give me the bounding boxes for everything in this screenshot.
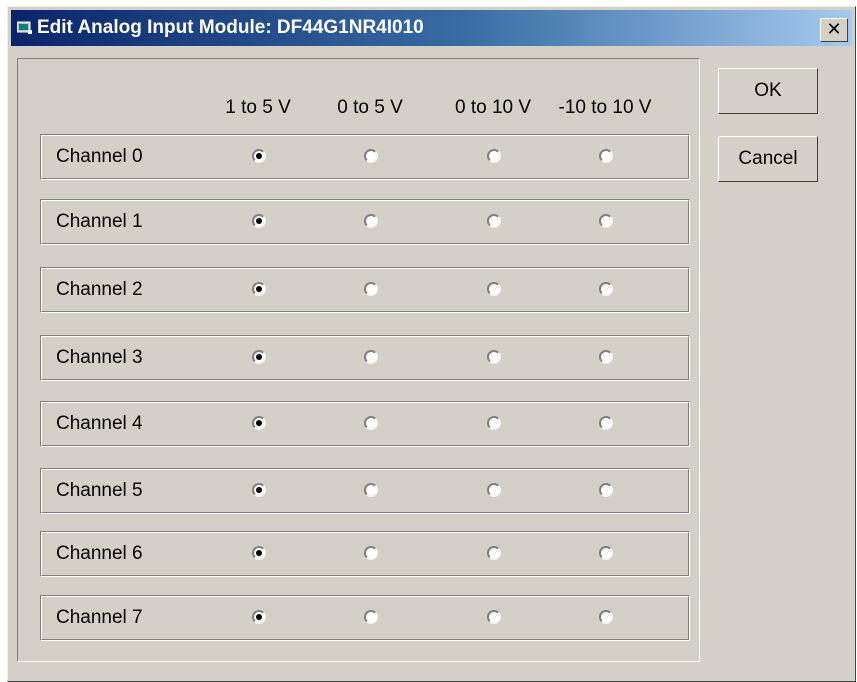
column-header: 0 to 5 V [337, 97, 403, 118]
range-radio-button[interactable] [599, 149, 613, 163]
range-radio-button[interactable] [487, 546, 501, 560]
ok-button[interactable]: OK [718, 68, 818, 114]
range-radio-button[interactable] [252, 282, 266, 296]
channel-row: Channel 5 [40, 468, 690, 514]
range-radio-button[interactable] [599, 214, 613, 228]
range-radio-button[interactable] [252, 546, 266, 560]
channel-row: Channel 6 [40, 531, 690, 577]
range-radio-button[interactable] [487, 214, 501, 228]
range-radio-button[interactable] [252, 416, 266, 430]
channel-label: Channel 7 [56, 607, 143, 628]
range-radio-button[interactable] [364, 546, 378, 560]
range-radio-button[interactable] [364, 282, 378, 296]
range-radio-button[interactable] [487, 149, 501, 163]
close-icon: ✕ [826, 19, 842, 39]
channel-label: Channel 3 [56, 347, 143, 368]
channel-row: Channel 1 [40, 199, 690, 245]
channel-row: Channel 0 [40, 134, 690, 180]
range-radio-button[interactable] [364, 214, 378, 228]
channel-row: Channel 2 [40, 267, 690, 313]
channel-label: Channel 5 [56, 480, 143, 501]
range-radio-button[interactable] [252, 214, 266, 228]
range-radio-button[interactable] [599, 610, 613, 624]
range-radio-button[interactable] [487, 610, 501, 624]
channel-row: Channel 4 [40, 401, 690, 447]
range-radio-button[interactable] [364, 350, 378, 364]
range-radio-button[interactable] [252, 350, 266, 364]
column-header: 1 to 5 V [225, 97, 291, 118]
range-radio-button[interactable] [487, 483, 501, 497]
channel-row: Channel 3 [40, 335, 690, 381]
range-radio-button[interactable] [252, 483, 266, 497]
range-radio-button[interactable] [599, 282, 613, 296]
channel-label: Channel 1 [56, 211, 143, 232]
range-radio-button[interactable] [599, 546, 613, 560]
channel-label: Channel 2 [56, 279, 143, 300]
window-title: Edit Analog Input Module: DF44G1NR4I010 [37, 17, 424, 38]
channel-label: Channel 4 [56, 413, 143, 434]
column-header: -10 to 10 V [558, 97, 652, 118]
close-button[interactable]: ✕ [820, 18, 848, 42]
channel-label: Channel 6 [56, 543, 143, 564]
range-radio-button[interactable] [487, 282, 501, 296]
range-radio-button[interactable] [364, 149, 378, 163]
cancel-button[interactable]: Cancel [718, 136, 818, 182]
range-radio-button[interactable] [599, 483, 613, 497]
range-radio-button[interactable] [252, 610, 266, 624]
channel-label: Channel 0 [56, 146, 143, 167]
range-radio-button[interactable] [487, 416, 501, 430]
range-radio-button[interactable] [252, 149, 266, 163]
range-radio-button[interactable] [599, 350, 613, 364]
range-radio-button[interactable] [364, 416, 378, 430]
column-header: 0 to 10 V [454, 97, 532, 118]
range-radio-button[interactable] [487, 350, 501, 364]
module-icon [17, 21, 32, 34]
range-radio-button[interactable] [364, 610, 378, 624]
title-bar[interactable]: Edit Analog Input Module: DF44G1NR4I010 … [11, 10, 852, 46]
range-radio-button[interactable] [364, 483, 378, 497]
range-radio-button[interactable] [599, 416, 613, 430]
channel-row: Channel 7 [40, 595, 690, 641]
